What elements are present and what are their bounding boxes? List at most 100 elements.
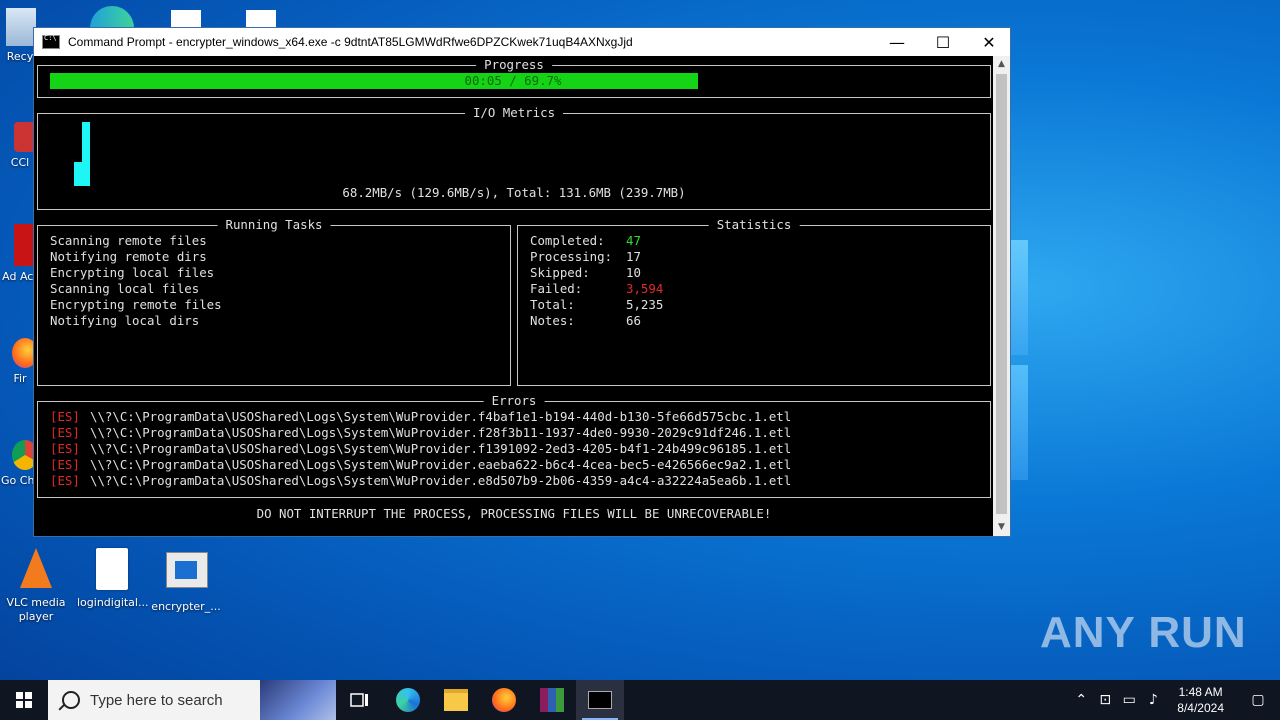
stat-skipped-value: 10 [626,265,641,280]
errors-panel: Errors [ES] \\?\C:\ProgramData\USOShared… [37,393,991,498]
clock-time: 1:48 AM [1178,685,1223,699]
io-sparkline [74,122,94,186]
taskbar-winrar[interactable] [528,680,576,720]
taskbar: Type here to search ⌃ ⊡ ▭ ♪ 1:48 AM 8/4/… [0,680,1280,720]
vertical-scrollbar[interactable]: ▲ ▼ [993,56,1010,536]
statistics-panel: Statistics Completed: 47 Processing: 17 … [517,217,991,386]
start-button[interactable] [0,680,48,720]
network-icon[interactable]: ⊡ [1093,692,1117,708]
scroll-thumb[interactable] [996,74,1007,514]
error-line: \\?\C:\ProgramData\USOShared\Logs\System… [90,473,792,488]
stat-completed-value: 47 [626,233,641,248]
progress-panel: Progress 00:05 / 69.7% [37,57,991,98]
error-tag: [ES] [50,409,80,424]
stat-key: Total: [530,297,575,312]
stat-key: Processing: [530,249,613,264]
progress-label: Progress [476,57,552,73]
error-line: \\?\C:\ProgramData\USOShared\Logs\System… [90,441,792,456]
task-item: Scanning local files [50,281,200,296]
desktop-icon-label: encrypter_... [151,600,221,613]
desktop-icon-label: VLC media player [6,596,66,623]
window-titlebar[interactable]: Command Prompt - encrypter_windows_x64.e… [34,28,1010,56]
taskbar-search-box[interactable]: Type here to search [48,680,336,720]
error-line: \\?\C:\ProgramData\USOShared\Logs\System… [90,425,792,440]
stat-key: Skipped: [530,265,590,280]
io-summary: 68.2MB/s (129.6MB/s), Total: 131.6MB (23… [342,185,686,200]
taskbar-firefox[interactable] [480,680,528,720]
stat-key: Completed: [530,233,605,248]
taskbar-command-prompt[interactable] [576,680,624,720]
document-desktop-icon[interactable] [171,10,201,28]
document-icon [92,548,132,592]
running-tasks-label: Running Tasks [217,217,331,233]
firefox-icon [492,688,516,712]
edge-desktop-icon[interactable] [90,6,134,28]
stat-total-value: 5,235 [626,297,664,312]
windows-wallpaper-logo [1010,240,1030,480]
stat-key: Notes: [530,313,575,328]
winrar-icon [540,688,564,712]
io-spark-bar-short [74,162,82,186]
task-item: Notifying local dirs [50,313,200,328]
scroll-down-arrow-icon[interactable]: ▼ [993,519,1010,536]
running-tasks-panel: Running Tasks Scanning remote files Noti… [37,217,511,386]
recycle-bin-icon [6,8,36,46]
search-placeholder: Type here to search [90,691,223,709]
cmd-icon [42,34,60,49]
desktop-icon-label: CCl [10,156,30,169]
taskbar-clock[interactable]: 1:48 AM 8/4/2024 [1165,684,1236,716]
error-tag: [ES] [50,441,80,456]
desktop-icon-label: Recy [6,50,34,63]
application-icon [166,552,208,596]
notification-icon[interactable]: ▢ [1236,692,1280,708]
vlc-cone-icon [16,548,56,592]
edge-icon [396,688,420,712]
errors-label: Errors [483,393,545,409]
task-view-button[interactable] [336,680,384,720]
volume-icon[interactable]: ♪ [1141,692,1165,708]
chevron-up-icon[interactable]: ⌃ [1069,692,1093,708]
windows-start-icon [16,692,32,708]
stat-processing-value: 17 [626,249,641,264]
desktop-icon-logindigital[interactable]: logindigital... [77,548,149,610]
error-tag: [ES] [50,457,80,472]
error-tag: [ES] [50,473,80,488]
task-view-icon [350,693,368,707]
statistics-label: Statistics [708,217,800,233]
error-line: \\?\C:\ProgramData\USOShared\Logs\System… [90,457,792,472]
console-output[interactable]: Progress 00:05 / 69.7% I/O Metrics 68.2M… [34,56,994,536]
search-icon [62,691,80,709]
io-metrics-label: I/O Metrics [464,105,564,121]
display-icon[interactable]: ▭ [1117,692,1141,708]
taskbar-file-explorer[interactable] [432,680,480,720]
scroll-up-arrow-icon[interactable]: ▲ [993,56,1010,73]
progress-text: 00:05 / 69.7% [464,73,562,88]
desktop-icon-vlc[interactable]: VLC media player [1,548,71,624]
stat-key: Failed: [530,281,583,296]
maximize-button[interactable]: ☐ [920,28,966,56]
error-line: \\?\C:\ProgramData\USOShared\Logs\System… [90,409,792,424]
window-title: Command Prompt - encrypter_windows_x64.e… [68,35,633,49]
desktop-icon-label: logindigital... [77,596,149,609]
error-tag: [ES] [50,425,80,440]
io-spark-bar-tall [82,122,90,186]
folder-icon [444,689,468,711]
document-desktop-icon[interactable] [246,10,276,28]
task-item: Encrypting remote files [50,297,222,312]
desktop-icon-label: Fir [13,372,27,385]
search-highlight-image [260,680,336,720]
minimize-button[interactable]: — [874,28,920,56]
task-item: Encrypting local files [50,265,215,280]
command-prompt-window[interactable]: Command Prompt - encrypter_windows_x64.e… [33,27,1011,537]
stat-notes-value: 66 [626,313,641,328]
warning-message: DO NOT INTERRUPT THE PROCESS, PROCESSING… [256,506,772,521]
stat-failed-value: 3,594 [626,281,664,296]
close-button[interactable]: ✕ [966,28,1012,56]
task-item: Scanning remote files [50,233,207,248]
cmd-icon [588,691,612,709]
anyrun-watermark: ANY RUN [1040,608,1247,657]
taskbar-edge[interactable] [384,680,432,720]
clock-date: 8/4/2024 [1177,701,1224,715]
desktop-icon-encrypter[interactable]: encrypter_... [151,548,221,614]
task-item: Notifying remote dirs [50,249,207,264]
